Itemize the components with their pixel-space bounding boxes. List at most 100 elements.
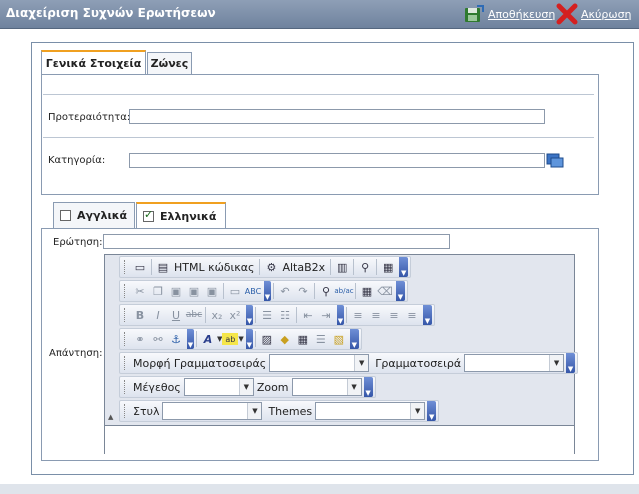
print-icon[interactable]: ▭: [226, 283, 244, 299]
tab-general-info[interactable]: Γενικά Στοιχεία: [41, 50, 146, 74]
style-select[interactable]: ▼: [162, 402, 263, 420]
toolbar-grip[interactable]: [124, 404, 128, 418]
tab-lang-english[interactable]: Αγγλικά: [53, 202, 135, 228]
find-icon[interactable]: ⚲: [317, 283, 335, 299]
media-icon[interactable]: ◆: [276, 331, 294, 347]
toolbar-row-2: ✂ ❐ ▣ ▣ ▣ ▭ ABC ▼ ↶ ↷ ⚲ ab/ac ▦ ⌫ ▼: [119, 280, 408, 302]
align-center-icon[interactable]: ≡: [367, 307, 385, 323]
font-select[interactable]: ▼: [464, 354, 565, 372]
highlight-color-icon[interactable]: ab: [222, 333, 239, 345]
script-options-icon[interactable]: ▼: [246, 305, 253, 325]
save-button[interactable]: Αποθήκευση: [463, 3, 555, 25]
chevron-down-icon[interactable]: ▼: [410, 403, 425, 419]
replace-icon[interactable]: ab/ac: [334, 283, 353, 299]
toolbar-grip[interactable]: [124, 380, 128, 394]
toolbar-options-icon[interactable]: ▼: [363, 377, 373, 397]
font-color-icon[interactable]: A: [199, 331, 217, 347]
align-justify-icon[interactable]: ≡: [403, 307, 421, 323]
chevron-down-icon[interactable]: ▼: [354, 355, 369, 371]
toolbar-options-icon[interactable]: ▼: [423, 305, 432, 325]
document-icon[interactable]: ▦: [379, 259, 397, 275]
editor-content-area[interactable]: [105, 425, 574, 454]
toolbar-row-6: Μέγεθος ▼ Zoom ▼ ▼: [119, 376, 376, 398]
themes-select[interactable]: ▼: [315, 402, 426, 420]
toolbar-separator: [151, 259, 152, 275]
redo-icon[interactable]: ↷: [294, 283, 312, 299]
question-input[interactable]: [103, 234, 450, 249]
toolbar-options-icon[interactable]: ▼: [396, 281, 405, 301]
italic-icon[interactable]: I: [149, 307, 167, 323]
anchor-icon[interactable]: ⚓: [167, 331, 185, 347]
zoom-label: Zoom: [256, 380, 289, 394]
spellcheck-icon[interactable]: ABC: [244, 283, 262, 299]
toolbar-row-1: ▭ ▤ HTML κώδικας ⚙ AltaB2x ▥ ⚲ ▦ ▼: [119, 256, 412, 278]
altab2x-button[interactable]: AltaB2x: [282, 261, 325, 274]
save-icon: [465, 5, 484, 22]
font-format-select[interactable]: ▼: [269, 354, 370, 372]
chevron-down-icon[interactable]: ▼: [346, 379, 361, 395]
select-all-icon[interactable]: ▦: [358, 283, 376, 299]
numbered-list-icon[interactable]: ☰: [258, 307, 276, 323]
priority-input[interactable]: [129, 109, 545, 124]
toolbar-options-icon[interactable]: ▼: [427, 401, 437, 421]
fullscreen-icon[interactable]: ▭: [131, 259, 149, 275]
cancel-button[interactable]: Ακύρωση: [556, 3, 632, 25]
bold-icon[interactable]: B: [131, 307, 149, 323]
color-options-icon[interactable]: ▼: [245, 329, 253, 349]
eraser-icon[interactable]: ⌫: [376, 283, 394, 299]
cut-icon[interactable]: ✂: [131, 283, 149, 299]
bulleted-list-icon[interactable]: ☷: [276, 307, 294, 323]
spellcheck-options-icon[interactable]: ▼: [264, 281, 271, 301]
font-format-label: Μορφή Γραμματοσειράς: [133, 356, 267, 370]
toolbar-collapse-strip[interactable]: ▲: [105, 255, 119, 425]
align-left-icon[interactable]: ≡: [349, 307, 367, 323]
copy-icon[interactable]: ❐: [149, 283, 167, 299]
horizontal-rule-icon[interactable]: ☰: [312, 331, 330, 347]
toolbar-options-icon[interactable]: ▼: [349, 329, 359, 349]
html-code-button[interactable]: HTML κώδικας: [174, 261, 254, 274]
toolbar-grip[interactable]: [124, 284, 128, 298]
indent-options-icon[interactable]: ▼: [337, 305, 344, 325]
gear-icon[interactable]: ⚙: [262, 259, 280, 275]
checkbox-greek[interactable]: [143, 208, 154, 222]
preview-icon[interactable]: ▥: [333, 259, 351, 275]
table-icon[interactable]: ▦: [294, 331, 312, 347]
highlight-dropdown-icon[interactable]: ▼: [238, 335, 243, 343]
link-options-icon[interactable]: ▼: [187, 329, 194, 349]
tab-lang-greek[interactable]: Ελληνικά: [136, 202, 226, 228]
underline-icon[interactable]: U: [167, 307, 185, 323]
undo-icon[interactable]: ↶: [276, 283, 294, 299]
size-select[interactable]: ▼: [183, 378, 254, 396]
zoom-icon[interactable]: ⚲: [356, 259, 374, 275]
collapse-toolbar-icon[interactable]: ▲: [108, 413, 113, 421]
special-chars-icon[interactable]: ▧: [330, 331, 348, 347]
outdent-icon[interactable]: ⇤: [299, 307, 317, 323]
unlink-icon[interactable]: ⚯: [149, 331, 167, 347]
toolbar-options-icon[interactable]: ▼: [399, 257, 409, 277]
link-icon[interactable]: ⚭: [131, 331, 149, 347]
image-icon[interactable]: ▨: [258, 331, 276, 347]
toolbar-grip[interactable]: [124, 260, 128, 274]
subscript-icon[interactable]: x₂: [208, 307, 226, 323]
chevron-down-icon[interactable]: ▼: [247, 403, 262, 419]
paste-text-icon[interactable]: ▣: [185, 283, 203, 299]
toolbar-grip[interactable]: [124, 356, 128, 370]
checkbox-english[interactable]: [60, 210, 71, 221]
paste-icon[interactable]: ▣: [167, 283, 185, 299]
strikethrough-icon[interactable]: abc: [185, 307, 203, 323]
category-input[interactable]: [129, 153, 545, 168]
toolbar-grip[interactable]: [124, 308, 128, 322]
page-footer-strip: [0, 484, 639, 494]
align-right-icon[interactable]: ≡: [385, 307, 403, 323]
superscript-icon[interactable]: x²: [226, 307, 244, 323]
toolbar-grip[interactable]: [124, 332, 128, 346]
zoom-select[interactable]: ▼: [291, 378, 362, 396]
html-code-icon[interactable]: ▤: [154, 259, 172, 275]
category-picker-icon[interactable]: [546, 152, 564, 168]
indent-icon[interactable]: ⇥: [317, 307, 335, 323]
tab-zones[interactable]: Ζώνες: [147, 52, 192, 74]
chevron-down-icon[interactable]: ▼: [549, 355, 564, 371]
paste-word-icon[interactable]: ▣: [203, 283, 221, 299]
toolbar-options-icon[interactable]: ▼: [566, 353, 576, 373]
chevron-down-icon[interactable]: ▼: [238, 379, 253, 395]
